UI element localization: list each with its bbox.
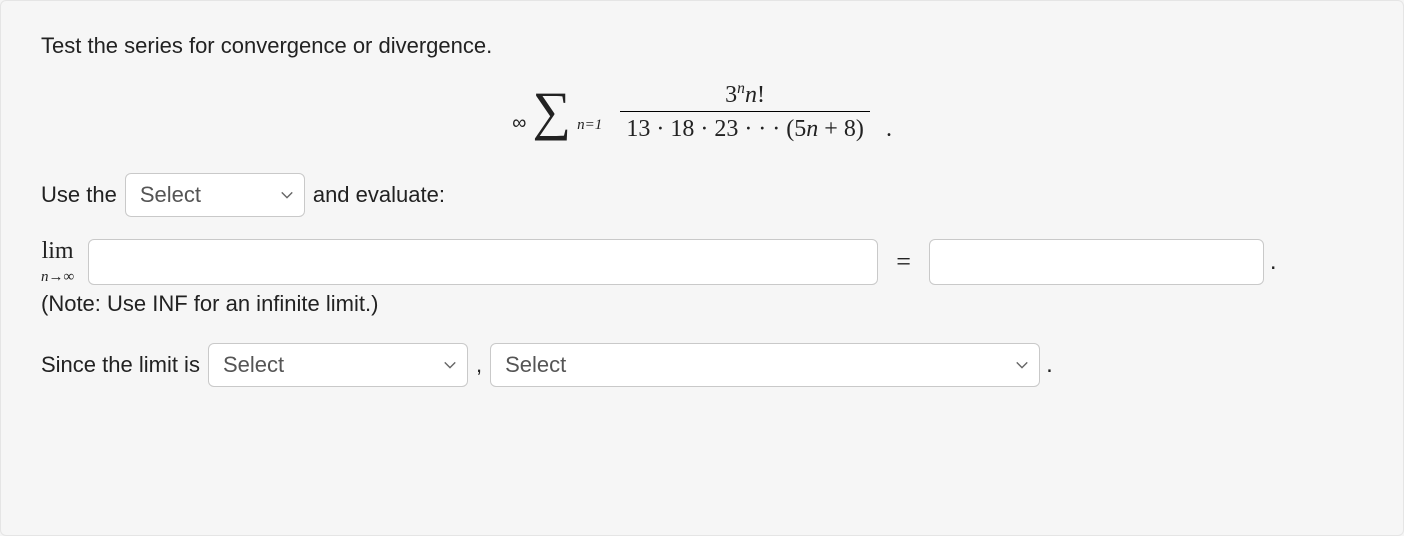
sum-upper: ∞ (512, 112, 526, 134)
chevron-down-icon (280, 188, 294, 202)
limit-compare-select[interactable]: Select (208, 343, 468, 387)
chevron-down-icon (443, 358, 457, 372)
conclusion-label: Select (505, 352, 566, 378)
prompt-text: Test the series for convergence or diver… (41, 29, 1363, 62)
numerator: 3nn! (620, 80, 869, 111)
limit-symbol: lim n→∞ (41, 239, 74, 285)
limit-compare-label: Select (223, 352, 284, 378)
limit-period: . (1270, 248, 1277, 276)
use-the-prefix: Use the (41, 182, 117, 208)
sigma-icon: ∑ (532, 81, 571, 141)
series-expression: ∞ ∑ n=1 3nn! 13 · 18 · 23 · · · (5n + 8)… (41, 80, 1363, 143)
conclusion-row: Since the limit is Select , Select . (41, 343, 1363, 387)
lim-text: lim (42, 238, 74, 264)
limit-value-input[interactable] (929, 239, 1264, 285)
note-text: (Note: Use INF for an infinite limit.) (41, 291, 1363, 317)
question-card: Test the series for convergence or diver… (0, 0, 1404, 536)
conclusion-prefix: Since the limit is (41, 352, 200, 378)
use-the-row: Use the Select and evaluate: (41, 173, 1363, 217)
test-select-label: Select (140, 182, 201, 208)
conclusion-select[interactable]: Select (490, 343, 1040, 387)
limit-expression-input[interactable] (88, 239, 878, 285)
expression-period: . (886, 116, 892, 143)
sum-lower: n=1 (577, 117, 602, 133)
fraction: 3nn! 13 · 18 · 23 · · · (5n + 8) (616, 80, 873, 143)
chevron-down-icon (1015, 358, 1029, 372)
denominator: 13 · 18 · 23 · · · (5n + 8) (620, 111, 869, 143)
conclusion-period: . (1046, 351, 1053, 379)
use-the-suffix: and evaluate: (313, 182, 445, 208)
summation-symbol: ∞ ∑ n=1 (512, 87, 602, 136)
conclusion-comma: , (476, 352, 482, 378)
limit-row: lim n→∞ = . (41, 239, 1363, 285)
lim-sub: n→∞ (41, 269, 74, 285)
equals-sign: = (886, 247, 921, 277)
test-select[interactable]: Select (125, 173, 305, 217)
